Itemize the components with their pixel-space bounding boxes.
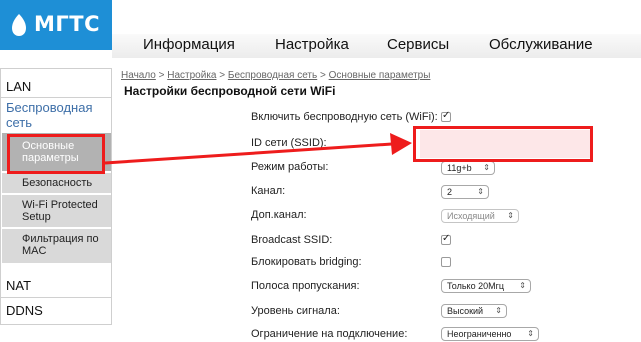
annotation-arrow xyxy=(104,133,412,165)
